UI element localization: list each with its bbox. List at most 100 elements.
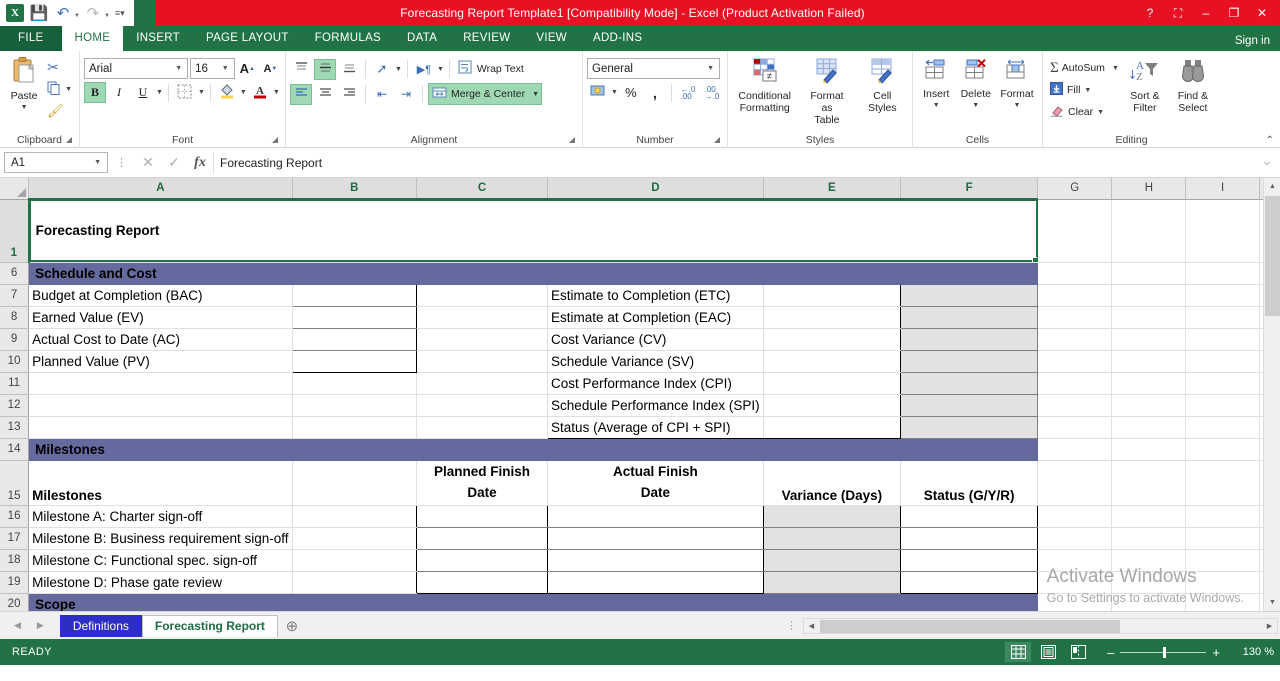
paste-button[interactable]: Paste ▼: [4, 54, 44, 133]
zoom-out-icon[interactable]: –: [1101, 645, 1120, 660]
save-icon[interactable]: 💾: [28, 2, 50, 24]
cell-b13[interactable]: [292, 416, 417, 439]
row-header-20[interactable]: 20: [0, 593, 30, 611]
select-all-corner[interactable]: [0, 178, 30, 200]
conditional-formatting-button[interactable]: ≠ Conditional Formatting: [734, 56, 796, 133]
tab-home[interactable]: HOME: [61, 26, 124, 51]
tab-formulas[interactable]: FORMULAS: [302, 26, 394, 51]
accounting-dropdown-icon[interactable]: ▼: [611, 89, 618, 96]
row-header-17[interactable]: 17: [0, 527, 30, 550]
fill-color-button[interactable]: [216, 82, 238, 103]
sheet-tab-definitions[interactable]: Definitions: [59, 614, 142, 637]
cell-e11[interactable]: [763, 372, 902, 395]
cell-d17-input[interactable]: [547, 527, 764, 550]
cell-c11[interactable]: [416, 372, 549, 395]
cell-d15-header[interactable]: Actual Finish Date: [547, 460, 764, 506]
column-header-f[interactable]: F: [900, 178, 1039, 200]
cell-c10[interactable]: [416, 350, 549, 373]
cell-d10-label[interactable]: Schedule Variance (SV): [547, 350, 764, 373]
cell-a7-label[interactable]: Budget at Completion (BAC): [28, 284, 293, 307]
cell-e19-output[interactable]: [762, 570, 902, 594]
cell-a8-label[interactable]: Earned Value (EV): [28, 306, 293, 329]
cell-i13[interactable]: [1185, 416, 1260, 439]
cell-a19-label[interactable]: Milestone D: Phase gate review: [28, 571, 293, 594]
scroll-down-icon[interactable]: ▼: [1264, 594, 1280, 611]
row-header-1[interactable]: 1: [0, 199, 30, 263]
cell-h6[interactable]: [1111, 262, 1187, 285]
cell-i8[interactable]: [1185, 306, 1260, 329]
accounting-format-button[interactable]: [587, 82, 609, 103]
find-select-button[interactable]: Find & Select: [1168, 56, 1218, 133]
minimize-icon[interactable]: –: [1192, 1, 1220, 25]
borders-dropdown-icon[interactable]: ▼: [198, 89, 205, 96]
cell-g16[interactable]: [1037, 505, 1113, 528]
cell-c19-input[interactable]: [415, 571, 549, 594]
cell-c13[interactable]: [416, 416, 549, 439]
cell-e16-output[interactable]: [762, 504, 902, 528]
tab-view[interactable]: VIEW: [523, 26, 580, 51]
cell-b12[interactable]: [292, 394, 417, 417]
cell-g6[interactable]: [1037, 262, 1113, 285]
horizontal-scrollbar[interactable]: ◀ ▶: [803, 617, 1278, 634]
row-header-7[interactable]: 7: [0, 284, 30, 307]
cell-b16[interactable]: [292, 505, 417, 528]
autosum-button[interactable]: Σ AutoSum ▼: [1047, 57, 1122, 79]
increase-indent-button[interactable]: ⇥: [395, 84, 417, 105]
cell-a12[interactable]: [28, 394, 293, 417]
zoom-level-label[interactable]: 130 %: [1236, 646, 1274, 658]
cell-b19[interactable]: [292, 571, 417, 594]
cell-i15[interactable]: [1185, 460, 1260, 506]
insert-function-icon[interactable]: fx: [187, 152, 213, 174]
redo-icon[interactable]: ↷: [82, 2, 104, 24]
scroll-left-icon[interactable]: ◀: [804, 619, 819, 633]
cell-i16[interactable]: [1185, 505, 1260, 528]
cell-i18[interactable]: [1185, 549, 1260, 572]
cell-i17[interactable]: [1185, 527, 1260, 550]
horizontal-scroll-thumb[interactable]: [820, 619, 1120, 633]
merge-center-dropdown-icon[interactable]: ▼: [532, 91, 539, 98]
cell-i6[interactable]: [1185, 262, 1260, 285]
column-header-g[interactable]: G: [1037, 178, 1113, 200]
column-header-c[interactable]: C: [416, 178, 549, 200]
cell-a6-section-band[interactable]: Schedule and Cost: [28, 262, 1038, 285]
row-header-6[interactable]: 6: [0, 262, 30, 285]
page-layout-view-icon[interactable]: [1035, 642, 1061, 662]
cell-h1[interactable]: [1111, 199, 1187, 263]
number-format-combo[interactable]: General ▼: [587, 58, 720, 79]
cell-e15-header[interactable]: Variance (Days): [763, 460, 902, 506]
decrease-decimal-button[interactable]: .00 →.0: [701, 82, 723, 103]
clipboard-dialog-launcher[interactable]: ◢: [66, 133, 72, 147]
cell-h12[interactable]: [1111, 394, 1187, 417]
align-bottom-button[interactable]: [338, 59, 360, 80]
cell-g1[interactable]: [1037, 199, 1113, 263]
cell-c18-input[interactable]: [415, 549, 549, 572]
row-header-16[interactable]: 16: [0, 505, 30, 528]
cancel-entry-icon[interactable]: ✕: [135, 152, 161, 174]
page-break-preview-icon[interactable]: [1065, 642, 1091, 662]
cell-a16-label[interactable]: Milestone A: Charter sign-off: [28, 505, 293, 528]
cell-e9[interactable]: [763, 328, 902, 351]
copy-button[interactable]: ▼: [44, 78, 75, 100]
restore-icon[interactable]: ❐: [1220, 1, 1248, 25]
text-direction-dropdown-icon[interactable]: ▼: [437, 66, 444, 73]
cell-f16-input[interactable]: [900, 504, 1039, 528]
cell-f17-input[interactable]: [900, 527, 1039, 550]
underline-button[interactable]: U: [132, 82, 154, 103]
cell-g17[interactable]: [1037, 527, 1113, 550]
percent-style-button[interactable]: %: [620, 82, 642, 103]
nav-last-sheet-icon[interactable]: ▶: [37, 620, 44, 631]
cell-g13[interactable]: [1037, 416, 1113, 439]
cell-g20[interactable]: [1037, 593, 1113, 611]
cell-h18[interactable]: [1111, 549, 1187, 572]
format-dropdown-icon[interactable]: ▼: [1014, 100, 1021, 112]
cell-a9-label[interactable]: Actual Cost to Date (AC): [28, 328, 293, 351]
vertical-scrollbar[interactable]: ▲ ▼: [1263, 178, 1280, 611]
column-header-b[interactable]: B: [292, 178, 417, 200]
cell-c8[interactable]: [416, 306, 549, 329]
row-header-15[interactable]: 15: [0, 460, 30, 506]
text-direction-button[interactable]: ▶¶: [413, 59, 435, 80]
undo-dropdown-icon[interactable]: ▼: [74, 13, 80, 19]
cell-d11-label[interactable]: Cost Performance Index (CPI): [547, 372, 764, 395]
borders-button[interactable]: [174, 82, 196, 103]
row-header-19[interactable]: 19: [0, 571, 30, 594]
